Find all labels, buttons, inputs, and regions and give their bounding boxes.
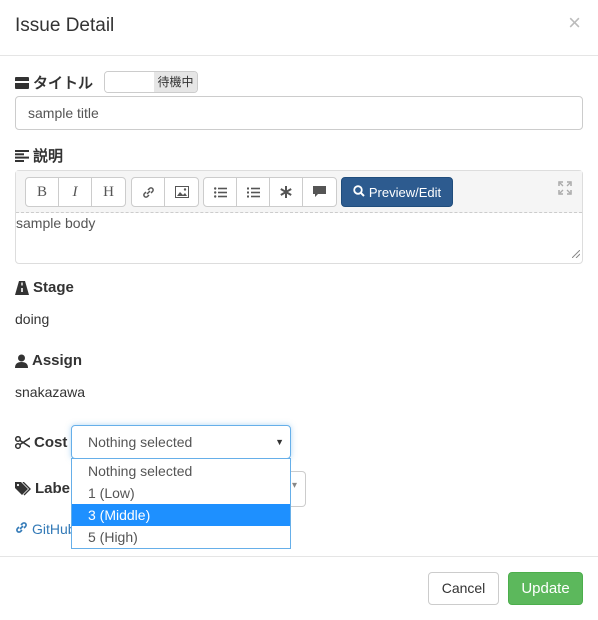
cost-label-text: Cost [34, 434, 68, 451]
close-icon[interactable]: × [568, 12, 581, 34]
ordered-list-icon[interactable] [237, 178, 270, 206]
list-group [203, 177, 337, 207]
modal-title: Issue Detail [15, 15, 115, 36]
labels-label: Label [15, 480, 74, 497]
stage-value: doing [15, 311, 50, 327]
markdown-editor: B I H Preview/Edit sample body [15, 170, 583, 264]
fullscreen-icon[interactable] [558, 181, 572, 198]
title-label: タイトル [15, 72, 93, 93]
status-toggle[interactable]: 待機中 [104, 71, 198, 93]
update-button[interactable]: Update [508, 572, 583, 605]
preview-edit-button[interactable]: Preview/Edit [341, 177, 453, 207]
cost-option[interactable]: 1 (Low) [72, 482, 290, 504]
insert-group [131, 177, 199, 207]
stage-label-text: Stage [33, 279, 74, 296]
bold-button[interactable]: B [26, 178, 59, 206]
labels-label-text: Label [35, 480, 75, 497]
unordered-list-icon[interactable] [204, 178, 237, 206]
toggle-knob[interactable] [105, 72, 154, 92]
stage-label: Stage [15, 279, 74, 296]
assign-label: Assign [15, 352, 82, 369]
tags-icon [15, 481, 31, 496]
resize-handle-icon[interactable] [571, 245, 581, 261]
cost-select-value: Nothing selected [88, 434, 193, 450]
description-label-text: 説明 [33, 148, 64, 165]
search-icon [353, 184, 365, 200]
link-icon[interactable] [132, 178, 165, 206]
caret-down-icon: ▼ [275, 437, 284, 447]
description-label: 説明 [15, 145, 63, 166]
cost-option[interactable]: 5 (High) [72, 526, 290, 548]
modal-header: Issue Detail × [0, 0, 598, 56]
comment-icon[interactable] [303, 178, 336, 206]
heading-button[interactable]: H [92, 178, 125, 206]
assign-value: snakazawa [15, 384, 86, 400]
cost-label: Cost [15, 434, 67, 451]
italic-button[interactable]: I [59, 178, 92, 206]
scissors-icon [15, 436, 30, 449]
editor-toolbar: B I H Preview/Edit [16, 171, 582, 213]
user-icon [15, 354, 28, 368]
cost-select[interactable]: Nothing selected ▼ [71, 425, 291, 459]
image-icon[interactable] [165, 178, 198, 206]
github-link[interactable]: GitHub [15, 521, 76, 537]
preview-edit-label: Preview/Edit [368, 184, 442, 200]
asterisk-icon[interactable] [270, 178, 303, 206]
title-input[interactable]: sample title [15, 96, 583, 130]
align-left-icon [15, 149, 29, 162]
card-icon [15, 76, 29, 89]
title-label-text: タイトル [33, 75, 94, 92]
github-link-text: GitHub [32, 521, 76, 537]
editor-body[interactable]: sample body [16, 215, 95, 231]
cost-option-highlighted[interactable]: 3 (Middle) [72, 504, 290, 526]
chevron-down-icon: ▾ [291, 480, 297, 491]
format-group: B I H [25, 177, 126, 207]
link-icon [15, 521, 28, 537]
cost-option[interactable]: Nothing selected [72, 460, 290, 482]
assign-label-text: Assign [32, 352, 83, 369]
road-icon [15, 280, 29, 295]
toggle-state-label: 待機中 [154, 72, 197, 92]
cancel-button[interactable]: Cancel [428, 572, 499, 605]
cost-dropdown: Nothing selected 1 (Low) 3 (Middle) 5 (H… [71, 458, 291, 549]
